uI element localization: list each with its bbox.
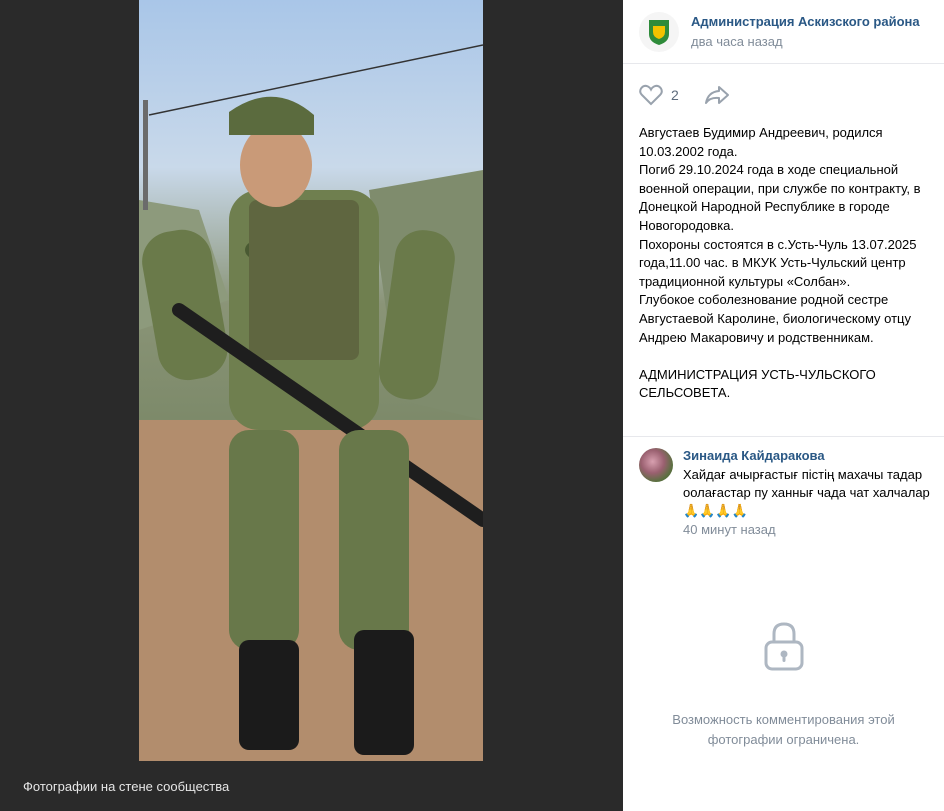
comment-time[interactable]: 40 минут назад <box>683 522 776 537</box>
like-count: 2 <box>671 87 679 103</box>
post-actions: 2 <box>623 64 944 124</box>
share-button[interactable] <box>703 84 731 111</box>
coat-of-arms-logo[interactable] <box>639 12 679 52</box>
photo-caption[interactable]: Фотографии на стене сообщества <box>23 779 229 794</box>
lock-icon <box>764 622 803 671</box>
post-time[interactable]: два часа назад <box>691 34 783 49</box>
post-panel: Администрация Аскизского района два часа… <box>623 0 944 811</box>
post-author[interactable]: Администрация Аскизского района <box>691 14 920 29</box>
divider <box>623 436 944 437</box>
heart-icon <box>639 84 663 106</box>
commenter-avatar[interactable] <box>639 448 673 482</box>
photo-viewer: Фотографии на стене сообщества <box>0 0 623 811</box>
comments-restricted-notice: Возможность комментирования этой фотогра… <box>623 620 944 750</box>
comment-author[interactable]: Зинаида Кайдаракова <box>683 448 825 463</box>
post-photo[interactable] <box>139 0 483 761</box>
restricted-text: Возможность комментирования этой фотогра… <box>672 712 895 747</box>
comment-text: Хайдағ ачырғастығ пiстiң махачы тадар оо… <box>683 467 930 518</box>
soldier-photo-illustration <box>139 44 483 761</box>
post-header: Администрация Аскизского района два часа… <box>623 0 944 64</box>
like-button[interactable]: 2 <box>639 84 679 106</box>
shield-icon <box>649 20 669 45</box>
share-icon <box>705 86 729 104</box>
post-text: Августаев Будимир Андреевич, родился 10.… <box>639 125 921 401</box>
